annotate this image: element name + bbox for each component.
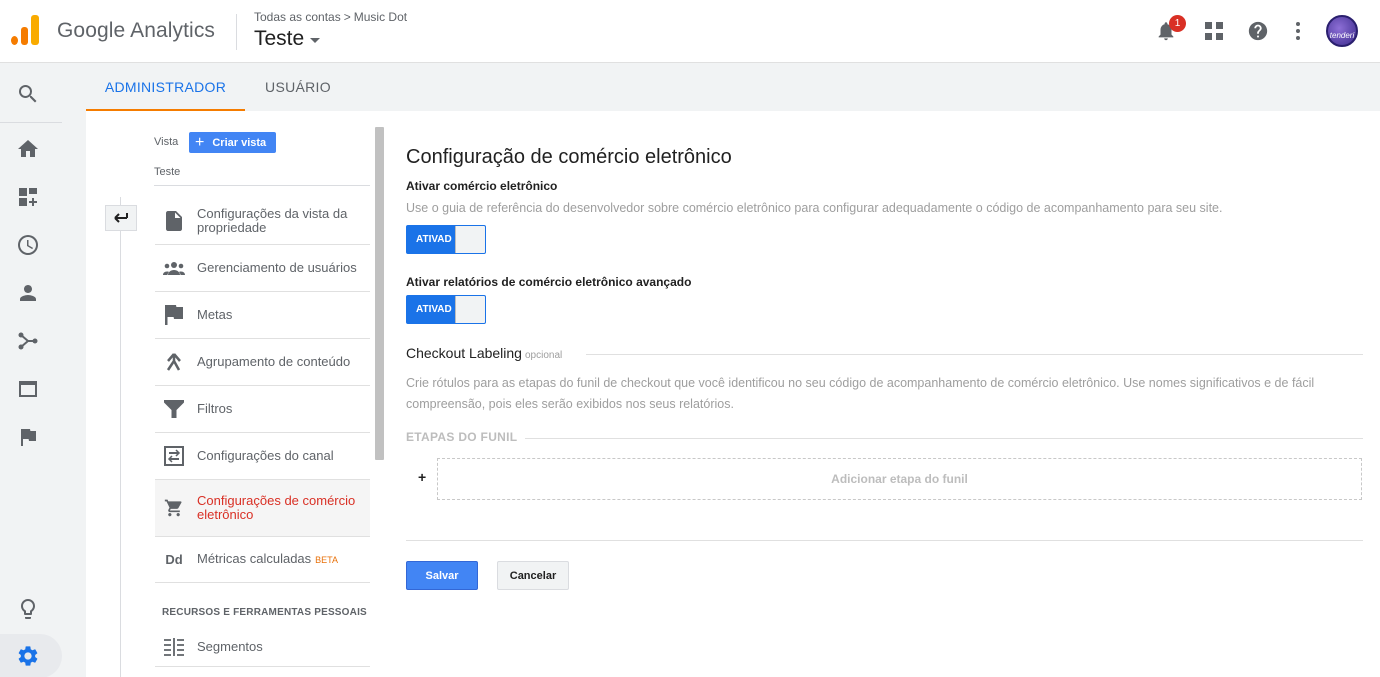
nav-divider [0,122,62,123]
toggle-on-text: ATIVAD [416,304,452,315]
conversions-icon[interactable] [16,425,40,449]
enable-enhanced-label: Ativar relatórios de comércio eletrônico… [406,275,692,289]
beta-badge: BETA [315,555,338,565]
menu-item-label: Métricas calculadas BETA [197,552,338,567]
menu-item-user-management[interactable]: Gerenciamento de usuários [155,245,370,292]
checkout-labeling-title: Checkout Labeling [406,345,522,361]
funnel-divider [525,438,1363,439]
checkout-labeling-heading: Checkout Labeling opcional [406,345,562,361]
document-icon [163,210,185,232]
create-view-label: Criar vista [212,136,267,149]
save-button[interactable]: Salvar [406,561,478,590]
filter-icon [163,398,185,420]
back-arrow-icon [114,213,128,223]
cancel-button[interactable]: Cancelar [497,561,569,590]
admin-nav-item[interactable] [0,634,62,677]
cart-icon [163,497,185,519]
optional-tag: opcional [524,350,563,361]
menu-item-label: Gerenciamento de usuários [197,260,357,275]
checkout-divider [586,354,1363,355]
checkout-help: Crie rótulos para as etapas do funil de … [406,373,1314,415]
menu-item-filters[interactable]: Filtros [155,386,370,433]
checkout-help-line1: Crie rótulos para as etapas do funil de … [406,376,1315,390]
flag-icon [163,304,185,326]
help-icon[interactable] [1245,18,1271,44]
enable-ecommerce-help: Use o guia de referência do desenvolvedo… [406,201,1223,215]
avatar-text: tenderi [1329,31,1355,40]
view-column-label: Vista [154,136,179,148]
search-icon[interactable] [16,82,40,106]
menu-item-label: Segmentos [197,638,263,654]
discover-icon[interactable] [16,597,40,621]
personal-tools-section-title: RECURSOS E FERRAMENTAS PESSOAIS [162,607,367,618]
analytics-logo-icon[interactable] [11,15,39,45]
enable-ecommerce-label: Ativar comércio eletrônico [406,179,558,193]
enable-enhanced-toggle[interactable]: ATIVAD [406,295,486,324]
add-step-plus-icon[interactable]: + [418,469,426,485]
tab-administrador[interactable]: ADMINISTRADOR [86,63,245,111]
menu-item-label: Filtros [197,401,233,416]
plus-icon: + [195,133,205,151]
view-selector-underline [154,185,370,186]
header-divider [236,14,237,50]
toggle-knob [455,296,485,323]
menu-item-label: Agrupamento de conteúdo [197,354,351,369]
customization-icon[interactable] [16,185,40,209]
checkout-help-line2: compreensão, pois eles serão exibidos no… [406,397,734,411]
apps-icon[interactable] [1201,18,1227,44]
collapse-column-button[interactable] [105,205,137,231]
enable-ecommerce-toggle[interactable]: ATIVAD [406,225,486,254]
realtime-icon[interactable] [16,233,40,257]
menu-item-content-grouping[interactable]: Agrupamento de conteúdo [155,339,370,386]
audience-icon[interactable] [16,281,40,305]
dd-icon: Dd [165,552,183,567]
current-view-selector[interactable]: Teste [154,166,180,178]
form-footer-divider [406,540,1363,541]
people-icon [163,257,185,279]
tab-usuario[interactable]: USUÁRIO [245,63,351,111]
content-grouping-icon [163,351,185,373]
column-connector-line [120,197,121,677]
more-vert-icon[interactable] [1285,18,1311,44]
menu-item-label: Metas [197,307,233,322]
segments-icon [163,636,185,658]
menu-item-label: Configurações da vista da propriedade [197,205,348,235]
calculated-metrics-label: Métricas calculadas [197,551,312,566]
toggle-knob [455,226,485,253]
menu-item-label: Configurações do canal [197,448,334,463]
breadcrumb-account[interactable]: Todas as contas [254,10,341,24]
left-nav [0,63,62,677]
menu-item-ecommerce-settings[interactable]: Configurações de comércio eletrônico [155,480,370,537]
view-selector-label: Teste [254,27,305,50]
home-icon[interactable] [16,137,40,161]
caret-down-icon [310,38,321,43]
view-selector[interactable]: Teste [254,27,321,51]
breadcrumb[interactable]: Todas as contas > Music Dot [254,10,407,24]
avatar[interactable]: tenderi [1326,15,1358,47]
top-bar: Google Analytics Todas as contas > Music D… [0,0,1380,63]
channel-settings-icon [163,445,185,467]
menu-item-goals[interactable]: Metas [155,292,370,339]
add-funnel-step-button[interactable]: Adicionar etapa do funil [437,458,1362,500]
chevron-right-icon: > [343,10,351,24]
menu-item-view-settings[interactable]: Configurações da vista da propriedade [155,197,370,245]
menu-item-calculated-metrics[interactable]: Dd Métricas calculadas BETA [155,537,370,583]
page-title: Configuração de comércio eletrônico [406,146,732,168]
menu-item-segments[interactable]: Segmentos [155,627,370,667]
create-view-button[interactable]: + Criar vista [189,132,277,153]
menu-item-label: Configurações de comércio eletrônico [197,493,356,522]
menu-scrollbar[interactable] [375,127,384,460]
breadcrumb-property[interactable]: Music Dot [354,10,407,24]
behavior-icon[interactable] [16,377,40,401]
brand-name: Google Analytics [57,19,216,42]
menu-item-channel-settings[interactable]: Configurações do canal [155,433,370,480]
toggle-on-text: ATIVAD [416,234,452,245]
acquisition-icon[interactable] [16,329,40,353]
personal-tools-menu: Segmentos [155,627,370,667]
funnel-steps-label: ETAPAS DO FUNIL [406,430,518,444]
admin-gear-icon[interactable] [16,644,40,668]
notification-badge: 1 [1169,15,1186,32]
view-settings-menu: Configurações da vista da propriedade Ge… [155,197,370,583]
content-panel: Vista + Criar vista Teste Configurações … [86,111,1380,677]
